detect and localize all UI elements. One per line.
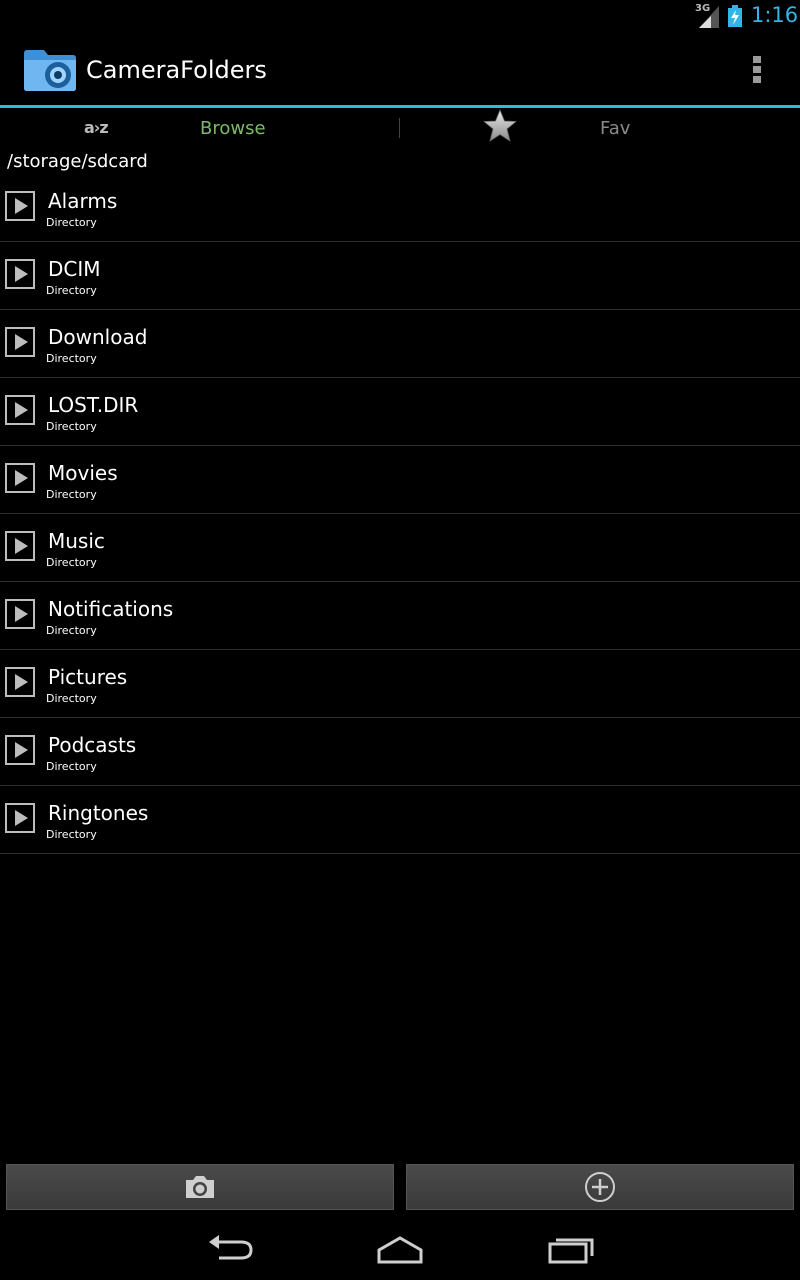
item-type: Directory <box>46 284 97 297</box>
item-name: Music <box>48 529 105 553</box>
navigation-bar <box>0 1216 800 1280</box>
folder-expand-icon <box>5 327 35 357</box>
item-name: Ringtones <box>48 801 149 825</box>
folder-expand-icon <box>5 463 35 493</box>
list-item[interactable]: Ringtones Directory <box>0 786 800 854</box>
folder-expand-icon <box>5 259 35 289</box>
item-type: Directory <box>46 692 97 705</box>
item-type: Directory <box>46 760 97 773</box>
folder-expand-icon <box>5 735 35 765</box>
current-path: /storage/sdcard <box>7 151 148 172</box>
home-icon[interactable] <box>375 1232 425 1266</box>
item-name: Pictures <box>48 665 128 689</box>
item-type: Directory <box>46 216 97 229</box>
tab-browse[interactable]: a›z Browse <box>0 108 399 150</box>
item-type: Directory <box>46 556 97 569</box>
item-name: Notifications <box>48 597 174 621</box>
list-item[interactable]: Download Directory <box>0 310 800 378</box>
folder-expand-icon <box>5 803 35 833</box>
clock: 1:16 <box>751 3 799 27</box>
list-item[interactable]: Movies Directory <box>0 446 800 514</box>
list-item[interactable]: Podcasts Directory <box>0 718 800 786</box>
add-circle-icon <box>585 1172 615 1202</box>
item-name: Download <box>48 325 148 349</box>
list-item[interactable]: LOST.DIR Directory <box>0 378 800 446</box>
folder-expand-icon <box>5 531 35 561</box>
folder-expand-icon <box>5 599 35 629</box>
star-icon <box>482 108 518 142</box>
list-item[interactable]: Alarms Directory <box>0 174 800 242</box>
item-type: Directory <box>46 624 97 637</box>
back-icon[interactable] <box>205 1232 255 1266</box>
status-bar: 3G 1:16 <box>0 0 800 33</box>
recent-apps-icon[interactable] <box>546 1232 596 1266</box>
item-name: LOST.DIR <box>48 393 139 417</box>
item-name: Movies <box>48 461 118 485</box>
action-bar: CameraFolders <box>0 34 800 105</box>
tab-browse-label: Browse <box>200 118 266 139</box>
az-sort-icon: a›z <box>84 118 109 137</box>
tab-fav[interactable]: Fav <box>401 108 800 150</box>
item-type: Directory <box>46 488 97 501</box>
item-type: Directory <box>46 352 97 365</box>
tab-bar: a›z Browse Fav <box>0 108 800 150</box>
folder-expand-icon <box>5 667 35 697</box>
camera-icon <box>186 1176 214 1198</box>
signal-icon <box>699 6 719 28</box>
app-title: CameraFolders <box>86 56 267 84</box>
folder-expand-icon <box>5 395 35 425</box>
file-list: Alarms Directory DCIM Directory Download… <box>0 174 800 854</box>
folder-expand-icon <box>5 191 35 221</box>
add-folder-button[interactable] <box>406 1164 794 1210</box>
folder-camera-icon <box>24 50 76 91</box>
item-type: Directory <box>46 828 97 841</box>
list-item[interactable]: Notifications Directory <box>0 582 800 650</box>
item-type: Directory <box>46 420 97 433</box>
list-item[interactable]: Pictures Directory <box>0 650 800 718</box>
item-name: DCIM <box>48 257 101 281</box>
tab-fav-label: Fav <box>600 118 631 139</box>
tab-divider <box>399 118 400 138</box>
item-name: Alarms <box>48 189 118 213</box>
item-name: Podcasts <box>48 733 137 757</box>
list-item[interactable]: Music Directory <box>0 514 800 582</box>
battery-charging-icon <box>728 5 742 27</box>
camera-button[interactable] <box>6 1164 394 1210</box>
list-item[interactable]: DCIM Directory <box>0 242 800 310</box>
overflow-menu-icon[interactable] <box>745 56 769 86</box>
